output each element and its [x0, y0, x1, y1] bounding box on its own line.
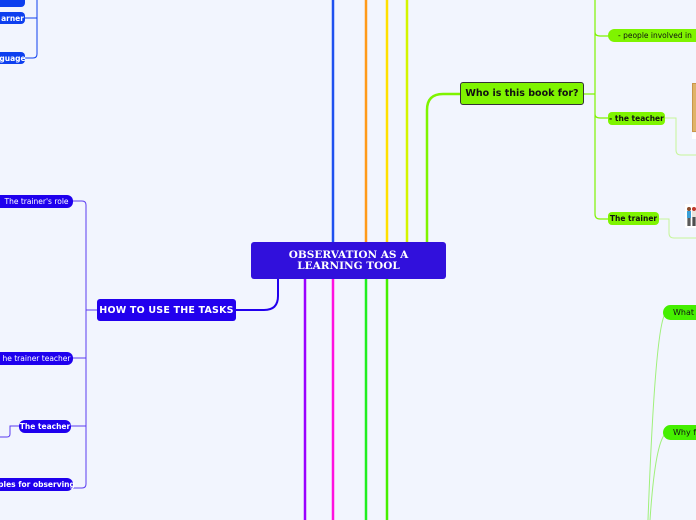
subtopic-language[interactable]: guage — [0, 52, 26, 64]
subtopic-trainers-role[interactable]: The trainer's role — [0, 195, 73, 208]
book-image-base — [692, 133, 696, 139]
who-book-connectors — [584, 0, 608, 220]
branch-line-green-who — [425, 92, 460, 242]
topic-how-to-use-the-tasks[interactable]: HOW TO USE THE TASKS — [97, 299, 236, 321]
lower-right-connectors — [647, 311, 673, 520]
book-image — [692, 83, 696, 132]
central-topic[interactable]: OBSERVATION AS A LEARNING TOOL — [251, 242, 446, 279]
subtopic-the-trainer[interactable]: The trainer — [608, 212, 659, 225]
how-to-use-connectors — [0, 200, 97, 489]
subtopic-the-teacher-right[interactable]: - the teacher — [608, 112, 665, 125]
subtopic-principles-for-observing[interactable]: ples for observing — [0, 478, 75, 491]
subtopic-trainer-teacher[interactable]: he trainer teacher — [0, 352, 73, 365]
subtopic-the-teacher[interactable]: The teacher — [19, 420, 71, 433]
topic-who-is-this-book-for[interactable]: Who is this book for? — [460, 82, 584, 105]
top-left-connectors — [25, 0, 38, 59]
subtopic-why[interactable]: Why f — [663, 425, 696, 440]
subtopic-learner[interactable]: arner — [0, 12, 25, 24]
subtopic-partial-top[interactable] — [0, 0, 25, 7]
people-image — [685, 204, 696, 228]
subtopic-people-involved[interactable]: - people involved in — [608, 29, 696, 42]
subtopic-what[interactable]: What — [663, 305, 696, 320]
branch-line-how-to-use — [236, 279, 279, 311]
